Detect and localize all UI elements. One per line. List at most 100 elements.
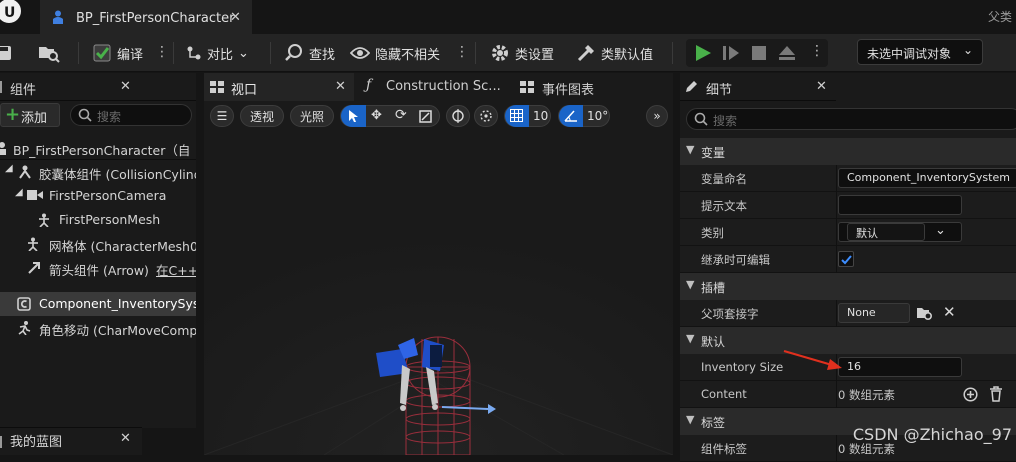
details-title: 细节 [706, 83, 733, 98]
chevron-down-icon: ▼ [686, 278, 695, 291]
diff-icon [187, 46, 201, 60]
tree-item-camera[interactable]: ◢ FirstPersonCamera [0, 184, 196, 208]
tab-viewport-label: 视口 [231, 83, 258, 98]
folder-search-icon[interactable] [916, 306, 934, 322]
collapse-arrow-icon[interactable]: ◢ [15, 187, 23, 198]
tree-item-char-movement[interactable]: 角色移动 (CharMoveComp) [0, 316, 196, 340]
add-element-icon[interactable] [963, 387, 978, 402]
row-content: Content 0 数组元素 [680, 381, 1016, 408]
collapse-arrow-icon[interactable]: ◢ [5, 163, 13, 174]
lit-mode-button[interactable]: 光照 [290, 105, 334, 127]
tree-item-capsule[interactable]: ◢ 胶囊体组件 (CollisionCylind [0, 160, 196, 184]
components-search-placeholder: 搜索 [97, 110, 122, 124]
components-search-input[interactable]: 搜索 [70, 104, 192, 126]
class-defaults-label: 类默认值 [601, 47, 654, 63]
arrow-icon [28, 262, 40, 274]
perspective-button[interactable]: 透视 [240, 105, 284, 127]
find-button[interactable]: 查找 [284, 41, 335, 65]
plus-icon: + [5, 104, 21, 125]
trash-icon[interactable] [989, 386, 1003, 402]
gear-icon [492, 45, 508, 61]
my-blueprint-tab[interactable]: 我的蓝图 ✕ [0, 427, 142, 455]
diff-label: 对比 [207, 47, 234, 63]
category-combo[interactable]: 默认 ⌄ [838, 222, 962, 242]
eject-icon[interactable] [778, 44, 796, 62]
chevron-down-icon: ⌄ [238, 45, 249, 61]
play-controls: ⋮ [686, 39, 828, 67]
rotation-snap-toggle[interactable] [559, 105, 583, 127]
event-graph-icon [520, 81, 534, 93]
parent-socket-value[interactable]: None [838, 303, 910, 323]
stop-icon[interactable] [750, 44, 768, 62]
chevron-down-icon[interactable]: ⌄ [935, 223, 946, 238]
surface-snap-button[interactable] [474, 105, 498, 127]
world-local-button[interactable] [446, 105, 470, 127]
close-tab-icon[interactable]: ✕ [335, 79, 346, 94]
inventory-size-input[interactable]: 16 [838, 357, 962, 377]
diff-button[interactable]: 对比 ⌄ [186, 41, 249, 65]
compile-options-icon[interactable]: ⋮ [155, 42, 169, 62]
surface-snap-icon [480, 110, 492, 122]
chevron-down-icon: ⌄ [962, 43, 973, 57]
cpp-link[interactable]: 在C++中 [156, 260, 196, 279]
debug-object-select[interactable]: 未选中调试对象 ⌄ [857, 39, 983, 65]
close-panel-icon[interactable]: ✕ [120, 79, 131, 94]
cpp-component-icon [17, 297, 31, 311]
grid-icon [510, 109, 523, 122]
tab-construction-script[interactable]: ƒ Construction Sc... [356, 73, 510, 101]
unreal-logo-icon[interactable]: U [0, 0, 24, 26]
close-panel-icon[interactable]: ✕ [816, 79, 827, 94]
watermark: CSDN @Zhichao_97 [852, 425, 1012, 444]
class-settings-label: 类设置 [515, 47, 555, 63]
skeletal-mesh-icon [28, 237, 38, 251]
details-search-input[interactable]: 搜索 [686, 108, 1016, 130]
tooltip-input[interactable] [838, 195, 962, 215]
tree-item-fp-mesh[interactable]: FirstPersonMesh [0, 208, 196, 232]
camera-icon [27, 190, 43, 200]
save-icon [0, 46, 11, 60]
tree-item-root[interactable]: BP_FirstPersonCharacter（自 [0, 136, 196, 160]
rotate-icon[interactable]: ⟳ [395, 107, 407, 123]
play-icon[interactable] [694, 44, 712, 62]
tab-viewport[interactable]: 视口 ✕ [204, 73, 354, 101]
viewport-menu-button[interactable]: ☰ [210, 105, 234, 127]
find-options-icon[interactable]: ⋮ [455, 42, 469, 62]
select-tool-button[interactable] [341, 105, 366, 127]
close-tab-icon[interactable]: ✕ [230, 10, 241, 25]
debug-object-label: 未选中调试对象 [867, 47, 952, 61]
variable-name-input[interactable]: Component_InventorySystem [838, 168, 1016, 188]
more-options-button[interactable]: » [646, 105, 668, 127]
close-panel-icon[interactable]: ✕ [120, 431, 131, 446]
class-defaults-button[interactable]: 类默认值 [576, 41, 653, 65]
row-variable-name: 变量命名 Component_InventorySystem [680, 165, 1016, 192]
rotation-snap-value: 10° [587, 109, 609, 123]
parent-class-label: 父类 [987, 10, 1012, 24]
tree-item-arrow[interactable]: 箭头组件 (Arrow) 在C++中 [0, 256, 196, 280]
grid-snap-toggle[interactable] [505, 105, 529, 127]
tree-item-inventory-system[interactable]: Component_InventorySystem [0, 292, 196, 316]
browse-button[interactable] [38, 41, 60, 65]
play-options-icon[interactable]: ⋮ [810, 43, 824, 59]
add-component-button[interactable]: + 添加 [0, 103, 60, 127]
viewport-scene[interactable] [204, 133, 673, 455]
components-tab[interactable]: 组件 ✕ [0, 73, 196, 101]
save-button[interactable] [0, 41, 14, 65]
clear-x-icon[interactable]: ✕ [943, 303, 956, 321]
section-variable[interactable]: ▼ 变量 [680, 138, 1016, 165]
class-settings-button[interactable]: 类设置 [490, 41, 554, 65]
move-icon[interactable]: ✥ [371, 108, 382, 123]
scale-icon[interactable] [419, 110, 432, 123]
hide-unrelated-button[interactable]: 隐藏不相关 [350, 41, 440, 65]
double-chevron-right-icon: » [653, 109, 661, 123]
section-socket[interactable]: ▼ 插槽 [680, 273, 1016, 300]
tab-event-graph[interactable]: 事件图表 [512, 73, 672, 101]
tree-item-character-mesh[interactable]: 网格体 (CharacterMesh0) [0, 232, 196, 256]
step-icon[interactable] [722, 44, 740, 62]
document-tab[interactable]: BP_FirstPersonCharacter ✕ [40, 0, 252, 34]
editable-checkbox[interactable] [838, 251, 854, 267]
grid-snap-group[interactable]: 10 [504, 105, 551, 127]
compile-button[interactable]: 编译 [92, 41, 143, 65]
category-text[interactable]: 默认 [847, 223, 925, 241]
details-tab[interactable]: 细节 ✕ [680, 73, 836, 101]
rotation-snap-group[interactable]: 10° [558, 105, 610, 127]
